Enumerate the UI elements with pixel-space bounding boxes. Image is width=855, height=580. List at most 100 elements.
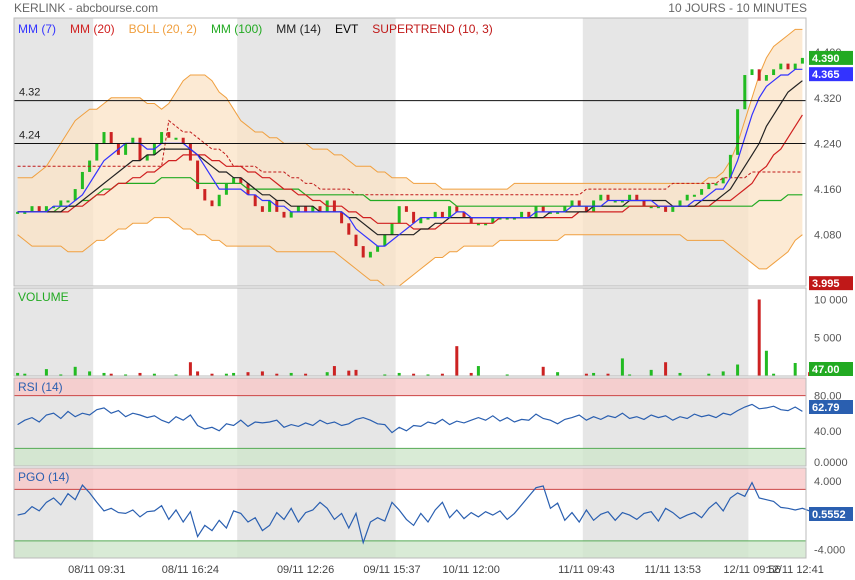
candle — [570, 200, 574, 207]
rsi-overbought-zone — [14, 378, 806, 396]
x-tick-label: 10/11 12:00 — [443, 564, 500, 576]
volume-bar — [260, 371, 264, 376]
candle — [390, 223, 394, 235]
candle — [196, 160, 200, 190]
legend-item: MM (20) — [70, 22, 115, 36]
candle — [217, 194, 221, 207]
volume-bar — [88, 371, 92, 376]
candle — [599, 194, 603, 201]
x-tick-label: 12/11 12:41 — [767, 564, 824, 576]
candle — [59, 200, 63, 207]
candle — [685, 194, 689, 201]
volume-bar — [354, 369, 358, 376]
volume-bar — [649, 369, 653, 376]
candle — [736, 109, 740, 155]
candle — [73, 189, 77, 201]
volume-bar — [541, 366, 545, 376]
candle — [282, 211, 286, 218]
candle — [167, 132, 171, 138]
volume-bar — [455, 346, 459, 376]
volume-bar — [188, 362, 192, 376]
volume-tick-label: 5 000 — [814, 333, 842, 345]
volume-bar — [793, 362, 797, 376]
candle — [124, 143, 128, 155]
candle — [181, 137, 185, 144]
rsi-tick-label: 0.0000 — [814, 457, 848, 469]
candle — [642, 200, 646, 207]
candle — [577, 200, 581, 207]
volume-bar — [757, 299, 761, 376]
candle — [37, 206, 41, 212]
candle — [347, 223, 351, 235]
candle — [455, 206, 459, 212]
candle — [253, 194, 257, 207]
price-tick-label: 4.160 — [814, 184, 842, 196]
volume-bar — [325, 372, 329, 376]
candle — [361, 246, 365, 258]
candle — [743, 75, 747, 110]
reference-line-label: 4.24 — [19, 129, 40, 141]
volume-bar — [332, 366, 336, 376]
volume-bar — [347, 370, 351, 376]
candle — [102, 132, 106, 144]
candle — [80, 171, 84, 190]
volume-bar — [44, 369, 48, 376]
candle — [232, 177, 236, 184]
pgo-oversold-zone — [14, 540, 806, 558]
candle — [671, 206, 675, 212]
reference-line-label: 4.32 — [19, 87, 40, 99]
price-badge: 3.995 — [812, 278, 840, 290]
candle — [707, 183, 711, 190]
price-tick-label: 4.080 — [814, 230, 842, 242]
candle — [268, 200, 272, 212]
candle — [541, 206, 545, 212]
candle — [469, 217, 473, 224]
candle — [635, 194, 639, 201]
candle — [354, 234, 358, 247]
volume-bar — [246, 372, 250, 376]
candle — [260, 206, 264, 212]
rsi-oversold-zone — [14, 448, 806, 466]
candle — [750, 69, 754, 76]
legend-item: MM (14) — [276, 22, 321, 36]
pgo-overbought-zone — [14, 468, 806, 490]
rsi-panel-label: RSI (14) — [18, 380, 63, 394]
candle — [520, 211, 524, 218]
candle — [30, 206, 34, 212]
x-tick-label: 08/11 09:31 — [68, 564, 125, 576]
candle — [397, 206, 401, 224]
candle — [203, 189, 207, 201]
x-tick-label: 11/11 09:43 — [558, 564, 614, 576]
legend-item: SUPERTREND (10, 3) — [372, 22, 492, 36]
candle — [340, 211, 344, 224]
candle — [188, 143, 192, 161]
candle — [772, 69, 776, 76]
legend-item: MM (100) — [211, 22, 262, 36]
candle — [296, 206, 300, 212]
volume-bar — [620, 358, 624, 376]
legend-item: BOLL (20, 2) — [129, 22, 197, 36]
price-tick-label: 4.240 — [814, 138, 842, 150]
volume-bar — [196, 371, 200, 376]
pgo-badge: 0.5552 — [812, 509, 846, 521]
candle — [433, 211, 437, 218]
candle — [700, 189, 704, 195]
legend-item: EVT — [335, 22, 359, 36]
price-badge: 4.390 — [812, 53, 840, 65]
volume-bar — [476, 366, 480, 376]
volume-panel-label: VOLUME — [18, 290, 69, 304]
candle — [757, 69, 761, 81]
candle — [628, 194, 632, 201]
volume-bar — [721, 371, 725, 376]
candle — [678, 200, 682, 207]
volume-bar — [764, 350, 768, 376]
pgo-panel-label: PGO (14) — [18, 470, 69, 484]
candle — [131, 137, 135, 144]
candle — [404, 206, 408, 212]
candle — [210, 200, 214, 207]
volume-bar — [736, 364, 740, 376]
candle — [793, 63, 797, 70]
volume-tick-label: 10 000 — [814, 294, 848, 306]
candle — [764, 75, 768, 81]
candle — [692, 194, 696, 197]
